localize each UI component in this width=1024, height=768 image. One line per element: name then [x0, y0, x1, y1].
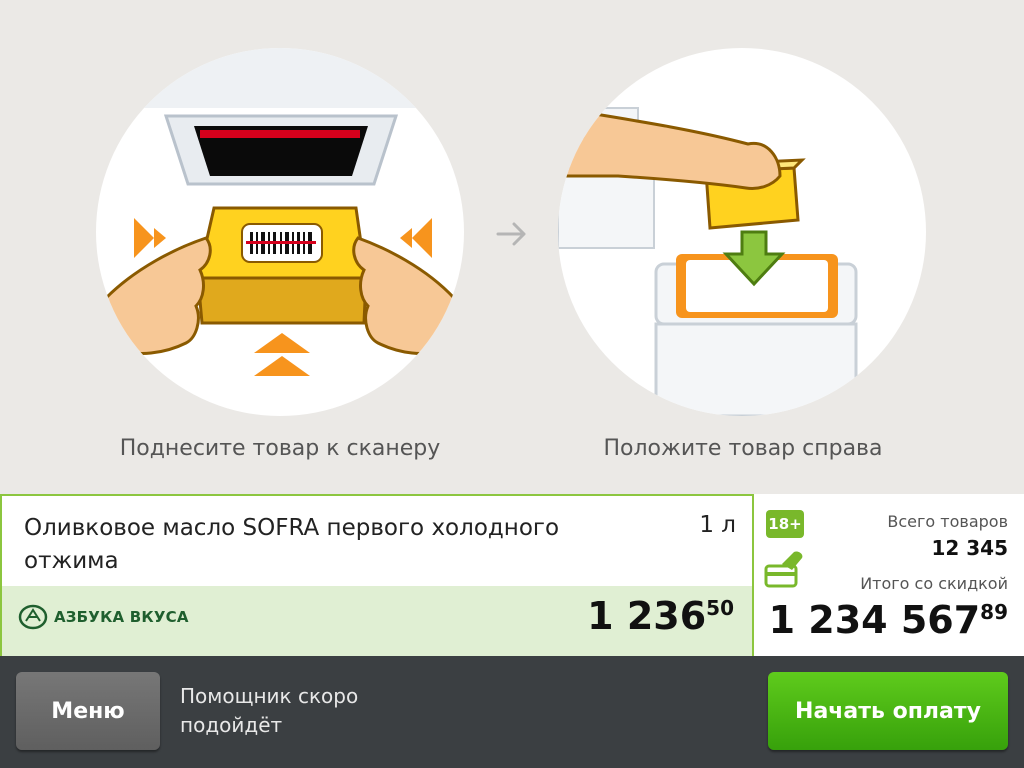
total-sum-main: 1 234 567: [768, 598, 981, 642]
arrow-right-icon: [494, 216, 530, 256]
total-sum-cents: 89: [980, 600, 1008, 624]
order-summary: 18+ Всего товаров 12 345 Итого со скидко…: [754, 494, 1024, 656]
scan-illustration: [96, 48, 464, 416]
total-items-label: Всего товаров: [887, 512, 1008, 531]
total-sum-label: Итого со скидкой: [860, 574, 1008, 593]
total-sum: 1 234 56789: [769, 598, 1008, 642]
product-name: Оливковое масло SOFRA первого холодного …: [24, 515, 560, 574]
brand-logo: АЗБУКА ВКУСА: [18, 604, 189, 630]
start-payment-button[interactable]: Начать оплату: [768, 672, 1008, 750]
age-restriction-badge: 18+: [766, 510, 804, 538]
scanned-product-card[interactable]: Оливковое масло SOFRA первого холодного …: [0, 494, 754, 658]
product-price: 1 23650: [587, 594, 734, 638]
product-quantity: 1 л: [699, 512, 736, 538]
product-price-bar: АЗБУКА ВКУСА 1 23650: [2, 586, 752, 656]
helper-status: Помощник скоро подойдёт: [180, 684, 359, 737]
bottom-bar: Меню Помощник скоро подойдёт Начать опла…: [0, 656, 1024, 768]
loyalty-card-icon[interactable]: [764, 548, 808, 592]
brand-emblem-icon: [18, 604, 48, 630]
product-price-cents: 50: [706, 596, 734, 620]
total-items-value: 12 345: [931, 536, 1008, 560]
instruction-area: Поднесите товар к сканеру Положите товар…: [0, 0, 1024, 494]
step2-caption: Положите товар справа: [603, 436, 883, 461]
product-price-main: 1 236: [587, 594, 707, 638]
brand-name: АЗБУКА ВКУСА: [54, 608, 189, 626]
menu-button[interactable]: Меню: [16, 672, 160, 750]
step1-caption: Поднесите товар к сканеру: [119, 436, 441, 461]
place-illustration: [558, 48, 926, 416]
